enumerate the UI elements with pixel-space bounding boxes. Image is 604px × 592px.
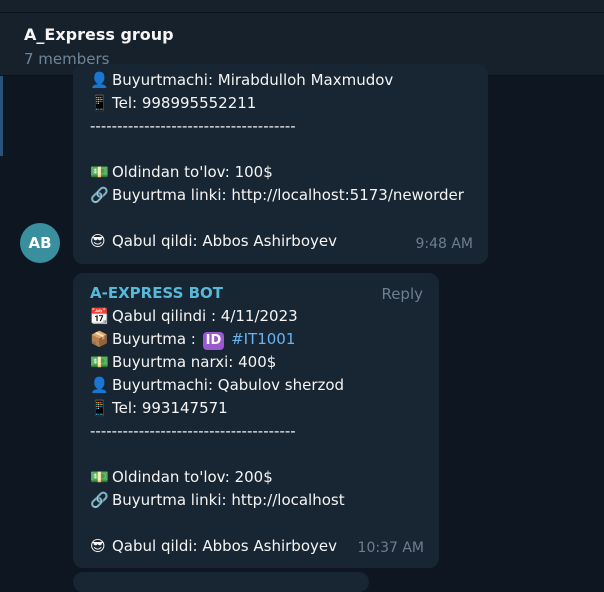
message-line-received: 📆 Qabul qilindi : 4/11/2023 (90, 305, 345, 328)
sunglasses-icon: 😎 (90, 232, 106, 250)
message-line-accepted: 😎 Qabul qildi: Abbos Ashirboyev (90, 535, 345, 558)
message-line-prepay: 💵 Oldindan to'lov: 200$ (90, 466, 345, 489)
message-line-price: 💵 Buyurtma narxi: 400$ (90, 351, 345, 374)
message-line-phone: 📱 Tel: 998995552211 (90, 92, 464, 115)
message-time: 10:37 AM (357, 540, 424, 556)
scroll-indicator (0, 76, 3, 156)
link-icon: 🔗 (90, 186, 109, 204)
message-line-customer: 👤 Buyurtmachi: Mirabdulloh Maxmudov (90, 69, 464, 92)
link-icon: 🔗 (90, 491, 109, 509)
message-line-accepted: 😎 Qabul qildi: Abbos Ashirboyev (90, 230, 464, 253)
order-hashtag[interactable]: #IT1001 (231, 330, 295, 348)
message-line-link[interactable]: 🔗 Buyurtma linki: http://localhost:5173/n… (90, 184, 464, 207)
message-line-phone: 📱 Tel: 993147571 (90, 397, 345, 420)
id-icon: ID (202, 332, 225, 350)
message-separator: -------------------------------------- (90, 422, 296, 440)
message-bubble-1[interactable]: 👤 Buyurtmachi: Mirabdulloh Maxmudov 📱 Tel:… (73, 64, 488, 264)
message-line-prepay: 💵 Oldindan to'lov: 100$ (90, 161, 464, 184)
chat-title[interactable]: A_Express group (24, 25, 174, 44)
person-icon: 👤 (90, 376, 109, 394)
money-icon: 💵 (90, 163, 109, 181)
message-line-order: 📦 Buyurtma : ID #IT1001 (90, 328, 345, 351)
phone-icon: 📱 (90, 94, 109, 112)
reply-button[interactable]: Reply (381, 283, 423, 306)
person-icon: 👤 (90, 71, 109, 89)
message-time: 9:48 AM (415, 236, 473, 252)
phone-icon: 📱 (90, 399, 109, 417)
money-icon: 💵 (90, 353, 109, 371)
package-icon: 📦 (90, 330, 109, 348)
window-top-strip (0, 0, 604, 13)
message-line-customer: 👤 Buyurtmachi: Qabulov sherzod (90, 374, 345, 397)
message-bubble-3[interactable] (73, 572, 369, 592)
money-icon: 💵 (90, 468, 109, 486)
message-bubble-2[interactable]: Reply A-EXPRESS BOT 📆 Qabul qilindi : 4/1… (73, 273, 439, 568)
avatar[interactable]: AB (20, 223, 60, 263)
sunglasses-icon: 😎 (90, 537, 106, 555)
message-line-link[interactable]: 🔗 Buyurtma linki: http://localhost (90, 489, 345, 512)
calendar-icon: 📆 (90, 307, 109, 325)
message-separator: -------------------------------------- (90, 117, 296, 135)
sender-name[interactable]: A-EXPRESS BOT (90, 282, 345, 305)
